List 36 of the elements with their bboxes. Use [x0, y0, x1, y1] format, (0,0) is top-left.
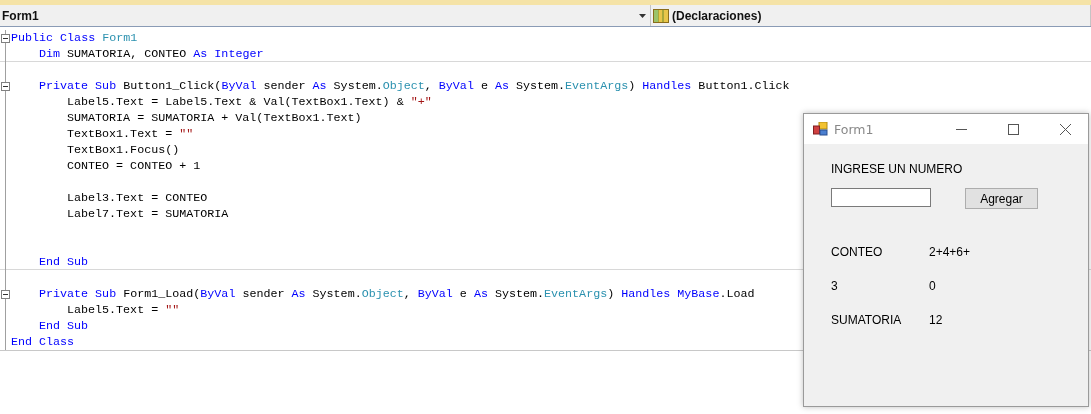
result-label: 12 — [929, 313, 943, 327]
code-line: Private Sub Form1_Load(ByVal sender As System.Object, ByVal e As System.EventArgs) Handles MyBase.Load — [39, 287, 755, 301]
result-label: CONTEO — [831, 245, 883, 259]
add-button[interactable]: Agregar — [965, 188, 1038, 209]
code-line: End Class — [11, 335, 75, 349]
code-line: Label3.Text = CONTEO — [67, 191, 208, 205]
code-line: Label5.Text = Label5.Text & Val(TextBox1.Text) & "+" — [67, 95, 432, 109]
maximize-icon[interactable] — [1007, 123, 1019, 135]
prompt-label: INGRESE UN NUMERO — [831, 162, 963, 176]
code-line: TextBox1.Text = "" — [67, 127, 194, 141]
result-label: 0 — [929, 279, 936, 293]
result-label: 2+4+6+ — [929, 245, 971, 259]
code-line: Label5.Text = "" — [67, 303, 180, 317]
collapse-icon[interactable] — [1, 33, 10, 43]
members-icon — [653, 8, 669, 23]
minimize-icon[interactable] — [955, 128, 967, 130]
close-icon[interactable] — [1059, 123, 1071, 135]
code-line: Dim SUMATORIA, CONTEO As Integer — [39, 47, 264, 61]
class-dropdown[interactable]: Form1 — [2, 8, 636, 23]
code-line: Label7.Text = SUMATORIA — [67, 207, 229, 221]
collapse-icon[interactable] — [1, 289, 10, 299]
collapse-icon[interactable] — [1, 81, 10, 91]
form-icon — [813, 122, 828, 136]
code-line: CONTEO = CONTEO + 1 — [67, 159, 201, 173]
code-line: Private Sub Button1_Click(ByVal sender As System.Object, ByVal e As System.EventArgs) Handles Button1.Click — [39, 79, 790, 93]
result-label: 3 — [831, 279, 838, 293]
window-title: Form1 — [834, 121, 875, 137]
code-line: End Sub — [39, 319, 89, 333]
code-line: SUMATORIA = SUMATORIA + Val(TextBox1.Text) — [67, 111, 362, 125]
code-line: Public Class Form1 — [11, 31, 138, 45]
result-label: SUMATORIA — [831, 313, 902, 327]
code-line: End Sub — [39, 255, 89, 269]
code-line: TextBox1.Focus() — [67, 143, 180, 157]
dropdown-arrow-icon[interactable] — [639, 13, 646, 18]
member-dropdown[interactable]: (Declaraciones) — [672, 8, 1090, 23]
number-input-field[interactable] — [831, 188, 931, 207]
